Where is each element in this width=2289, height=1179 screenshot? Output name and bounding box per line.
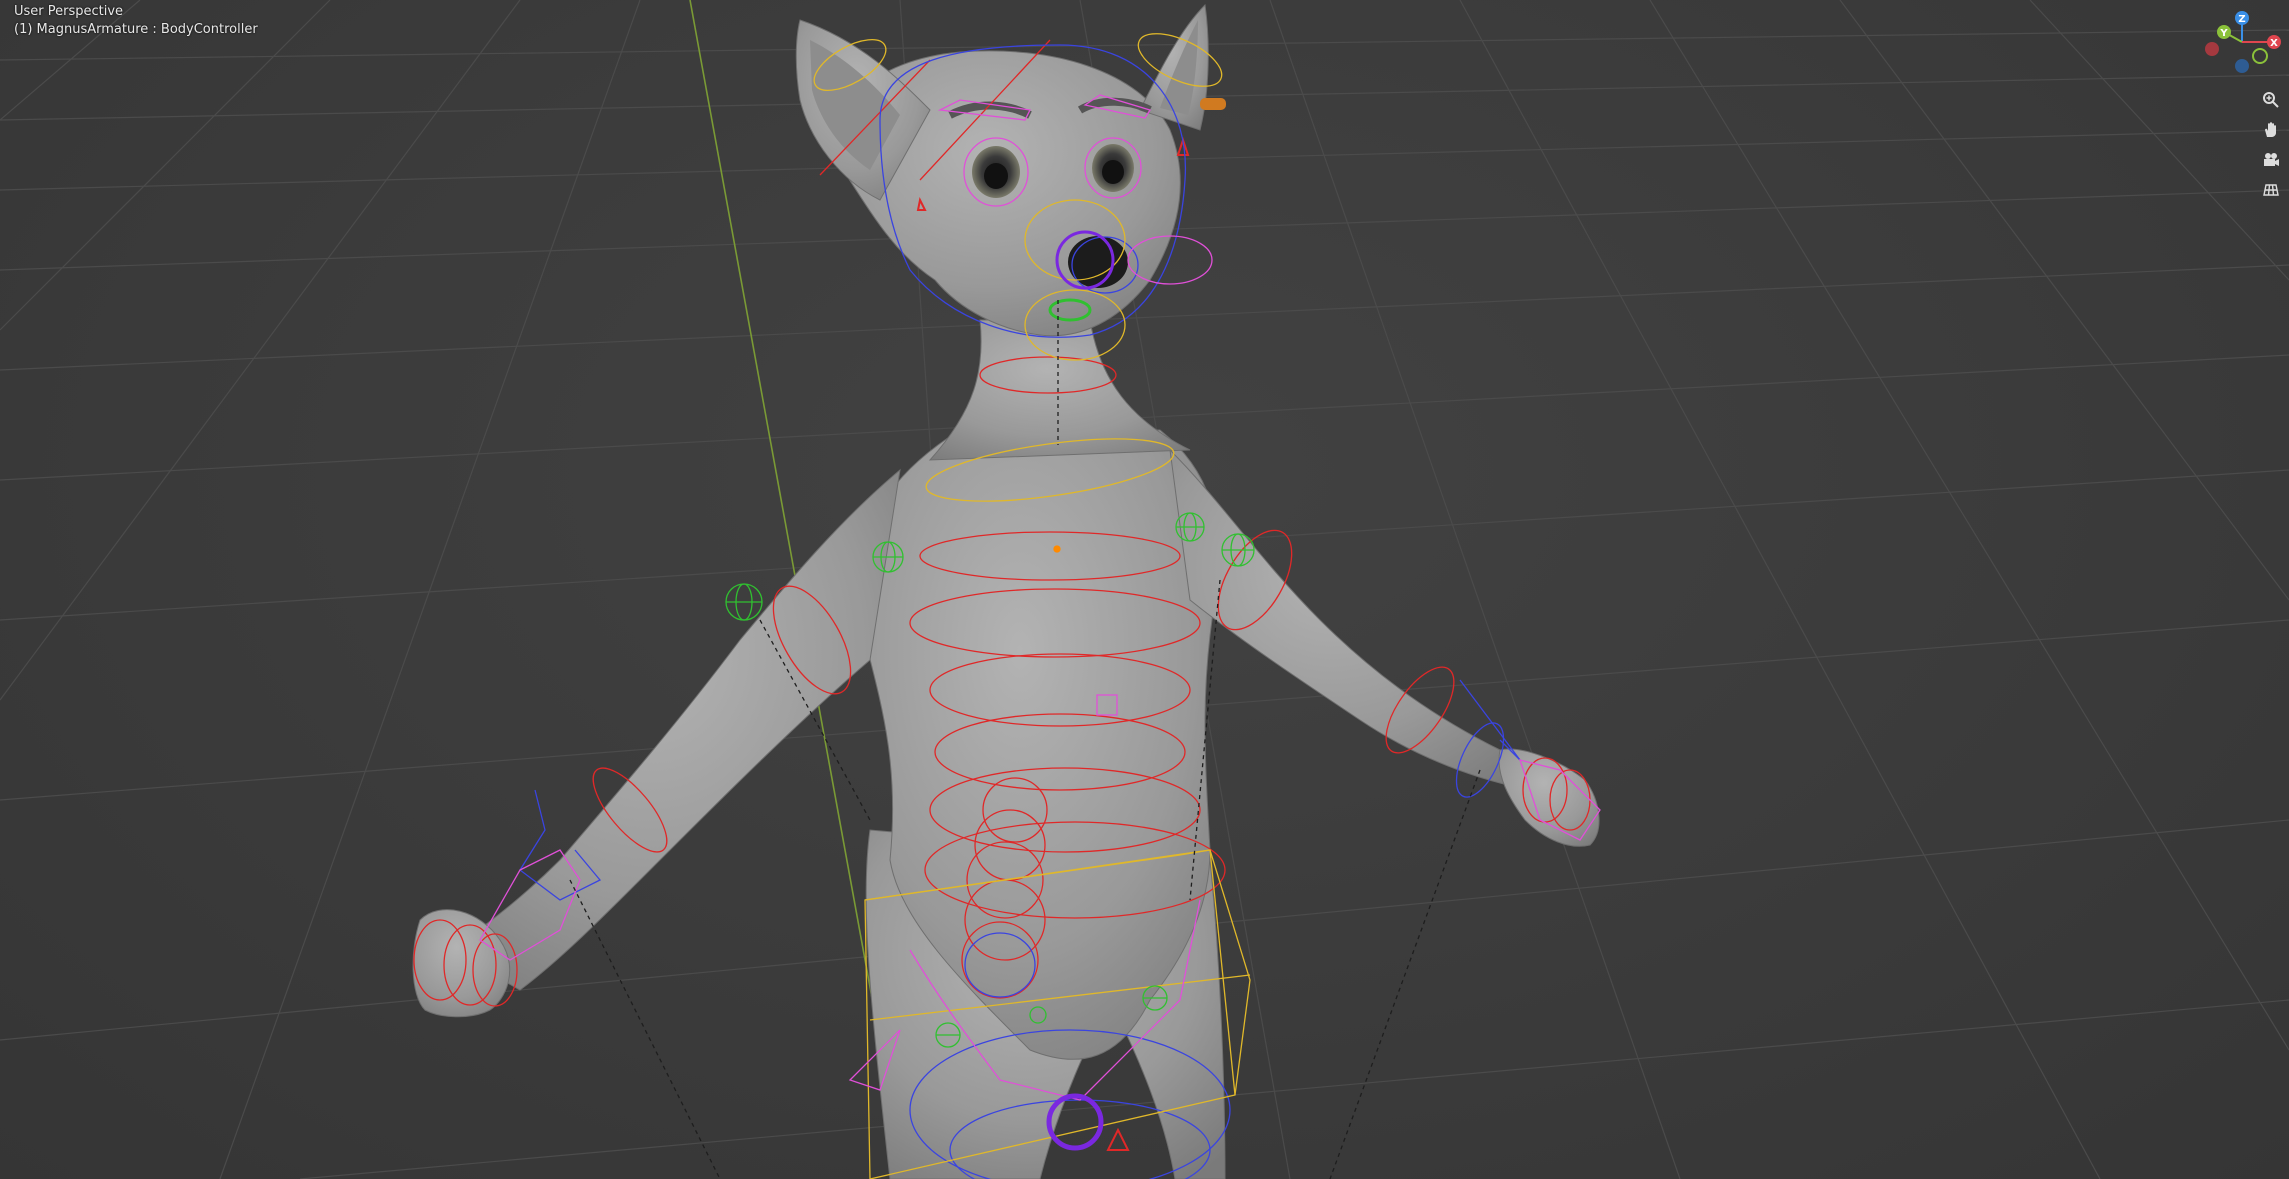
gizmo-z-label: Z (2238, 14, 2245, 25)
hand-icon[interactable] (2258, 117, 2284, 143)
zoom-icon[interactable] (2258, 87, 2284, 113)
3d-viewport[interactable]: User Perspective (1) MagnusArmature : Bo… (0, 0, 2289, 1179)
active-object-label: (1) MagnusArmature : BodyController (14, 22, 258, 37)
gizmo-neg-z-icon (2235, 59, 2249, 73)
gizmo-y-label: Y (2219, 28, 2228, 39)
grid-icon[interactable] (2258, 177, 2284, 203)
viewport-scene[interactable] (0, 0, 2289, 1179)
view-name-label: User Perspective (14, 4, 124, 19)
navigation-gizmo[interactable]: Z Y X (2196, 6, 2288, 78)
gizmo-neg-y-icon (2252, 48, 2268, 64)
gizmo-neg-x-icon (2205, 42, 2219, 56)
camera-icon[interactable] (2258, 147, 2284, 173)
gizmo-x-label: X (2270, 38, 2278, 49)
